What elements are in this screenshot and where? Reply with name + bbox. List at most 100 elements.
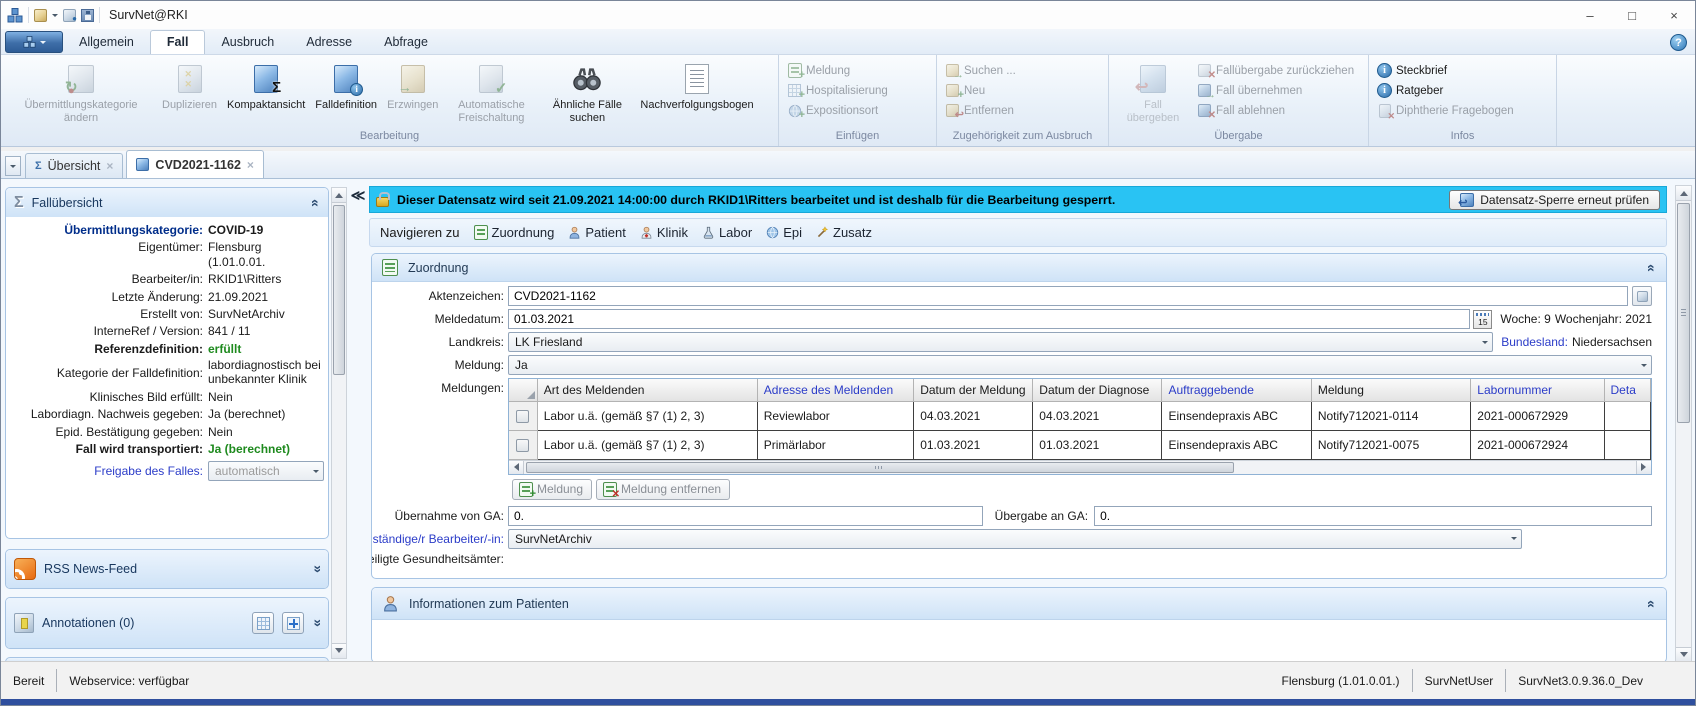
landkreis-combobox[interactable]: LK Friesland [508, 332, 1493, 352]
dropdown-caret-icon[interactable] [52, 14, 58, 20]
nachverfolgungsbogen-button[interactable]: Nachverfolgungsbogen [635, 58, 758, 113]
column-header[interactable]: Adresse des Meldenden [757, 379, 913, 401]
column-header[interactable]: Meldung [1311, 379, 1470, 401]
row-checkbox[interactable] [516, 410, 529, 423]
ausbruch-neu-button[interactable]: +Neu [941, 82, 1020, 99]
column-header[interactable]: Art des Meldenden [537, 379, 757, 401]
falluebersicht-header[interactable]: Σ Fallübersicht « [6, 188, 328, 217]
falldefinition-button[interactable]: i Falldefinition [310, 58, 382, 113]
scroll-left-button[interactable] [509, 461, 524, 474]
export-record-icon[interactable]: ● [63, 9, 76, 22]
sidebar-collapse-button[interactable]: ≪ [349, 183, 365, 207]
kompaktansicht-button[interactable]: Σ Kompaktansicht [222, 58, 310, 113]
nav-link-klinik[interactable]: Klinik [640, 225, 688, 240]
doc-tab-case[interactable]: CVD2021-1162 × [126, 150, 264, 178]
help-button[interactable]: ? [1670, 34, 1687, 51]
collapse-section-icon[interactable]: « [1644, 264, 1660, 272]
fall-uebernehmen-button[interactable]: →Fall übernehmen [1193, 82, 1358, 99]
close-tab-icon[interactable]: × [247, 158, 254, 172]
uebergabe-ga-input[interactable] [1094, 506, 1652, 526]
annotations-header[interactable]: Annotationen (0) « [6, 598, 328, 648]
table-row[interactable]: Labor u.ä. (gemäß §7 (1) 2, 3) Reviewlab… [509, 401, 1651, 430]
column-header[interactable]: Labornummer [1471, 379, 1604, 401]
meldung-add-button[interactable]: +Meldung [512, 479, 592, 500]
erzwingen-button[interactable]: → Erzwingen [382, 58, 443, 113]
scroll-down-button[interactable] [1676, 647, 1691, 662]
save-icon[interactable] [81, 9, 94, 22]
fall-ablehnen-button[interactable]: ✕Fall ablehnen [1193, 102, 1358, 119]
tab-allgemein[interactable]: Allgemein [63, 31, 150, 54]
meldung-einfuegen-button[interactable]: +Meldung [783, 62, 892, 79]
column-header[interactable]: Datum der Meldung [914, 379, 1033, 401]
meldung-combobox[interactable]: Ja [508, 355, 1652, 375]
meldedatum-input[interactable] [508, 309, 1470, 329]
doc-tab-uebersicht[interactable]: Σ Übersicht × [25, 153, 123, 178]
content-scrollbar[interactable] [1675, 185, 1692, 663]
select-all-header[interactable] [509, 379, 537, 401]
force-icon: → [401, 65, 425, 93]
maximize-button[interactable]: □ [1611, 1, 1653, 29]
column-header[interactable]: Deta [1604, 379, 1650, 401]
fall-uebergeben-button[interactable]: ↩ Fall übergeben [1113, 58, 1193, 125]
collapse-section-icon[interactable]: « [1644, 600, 1660, 608]
automatische-freischaltung-button[interactable]: ✓ Automatische Freischaltung [443, 58, 539, 125]
ausbruch-suchen-button[interactable]: →Suchen ... [941, 62, 1020, 79]
nav-link-epi[interactable]: Epi [766, 225, 802, 240]
recheck-lock-button[interactable]: ↩ Datensatz-Sperre erneut prüfen [1449, 190, 1660, 210]
steckbrief-button[interactable]: iSteckbrief [1373, 62, 1518, 79]
hospitalisierung-button[interactable]: +Hospitalisierung [783, 82, 892, 99]
scrollbar-thumb[interactable] [526, 462, 1234, 473]
new-record-icon[interactable] [34, 9, 47, 22]
nav-link-zuordnung[interactable]: Zuordnung [474, 225, 555, 240]
close-button[interactable]: × [1653, 1, 1695, 29]
expand-panel-icon[interactable]: « [308, 619, 324, 627]
collapse-panel-icon[interactable]: « [308, 199, 324, 207]
expositionsort-button[interactable]: +Expositionsort [783, 102, 892, 119]
case-content: Dieser Datensatz wird seit 21.09.2021 14… [369, 179, 1667, 663]
scroll-down-button[interactable] [332, 643, 346, 658]
freigabe-combobox[interactable]: automatisch [208, 461, 324, 481]
column-header[interactable]: Auftraggebende [1162, 379, 1311, 401]
tab-ausbruch[interactable]: Ausbruch [205, 31, 290, 54]
annotations-layout-button[interactable] [282, 612, 304, 634]
application-menu-button[interactable] [5, 31, 63, 53]
ausbruch-entfernen-button[interactable]: ↩Entfernen [941, 102, 1020, 119]
scrollbar-thumb[interactable] [333, 205, 345, 375]
nav-link-zusatz[interactable]: Zusatz [816, 225, 872, 240]
table-row[interactable]: Labor u.ä. (gemäß §7 (1) 2, 3) Primärlab… [509, 430, 1651, 459]
tab-fall[interactable]: Fall [150, 30, 206, 54]
aehnliche-faelle-suchen-button[interactable]: Ähnliche Fälle suchen [539, 58, 635, 125]
uebernahme-ga-input[interactable] [508, 506, 983, 526]
scroll-right-button[interactable] [1636, 461, 1651, 474]
zuordnung-header[interactable]: Zuordnung « [372, 254, 1666, 282]
minimize-button[interactable]: – [1569, 1, 1611, 29]
diphtherie-fragebogen-button[interactable]: ✕Diphtherie Fragebogen [1373, 102, 1518, 119]
rss-header[interactable]: RSS News-Feed « [6, 550, 328, 588]
nav-link-patient[interactable]: Patient [568, 225, 625, 240]
falluebergabe-zurueckziehen-button[interactable]: ✕Fallübergabe zurückziehen [1193, 62, 1358, 79]
aktenzeichen-lookup-button[interactable] [1632, 286, 1652, 306]
sidebar-scrollbar[interactable] [331, 187, 347, 659]
aktenzeichen-input[interactable] [508, 286, 1628, 306]
column-header[interactable]: Datum der Diagnose [1033, 379, 1162, 401]
expand-panel-icon[interactable]: « [308, 565, 324, 573]
close-tab-icon[interactable]: × [106, 159, 113, 173]
table-horizontal-scrollbar[interactable] [509, 460, 1651, 474]
meldung-remove-button[interactable]: ✕Meldung entfernen [596, 479, 730, 500]
ratgeber-button[interactable]: iRatgeber [1373, 82, 1518, 99]
duplizieren-button[interactable]: ✕✕ Duplizieren [157, 58, 222, 113]
scroll-up-button[interactable] [332, 188, 346, 203]
tab-abfrage[interactable]: Abfrage [368, 31, 444, 54]
bearbeiter-combobox[interactable]: SurvNetArchiv [508, 529, 1522, 549]
scrollbar-thumb[interactable] [1677, 203, 1690, 423]
nav-link-labor[interactable]: Labor [702, 225, 752, 240]
annotations-grid-button[interactable] [252, 612, 274, 634]
tab-list-dropdown-button[interactable] [5, 156, 21, 176]
patient-header[interactable]: Informationen zum Patienten « [372, 588, 1666, 620]
row-checkbox[interactable] [516, 439, 529, 452]
tab-adresse[interactable]: Adresse [290, 31, 368, 54]
uebermittlungskategorie-aendern-button[interactable]: ↻● Übermittlungskategorie ändern [5, 58, 157, 125]
calendar-button[interactable]: 15 [1473, 310, 1492, 329]
sidebar: Σ Fallübersicht « Übermittlungskategorie… [5, 179, 329, 663]
scroll-up-button[interactable] [1676, 186, 1691, 201]
